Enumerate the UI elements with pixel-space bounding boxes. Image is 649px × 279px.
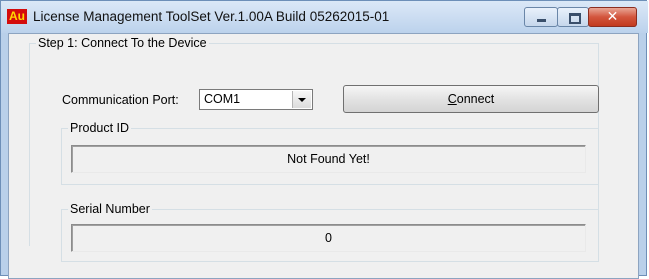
communication-port-value: COM1 bbox=[204, 92, 241, 106]
close-button[interactable]: ✕ bbox=[588, 7, 637, 27]
communication-port-select[interactable]: COM1 bbox=[199, 89, 313, 110]
chevron-down-icon[interactable] bbox=[292, 91, 311, 108]
communication-port-label: Communication Port: bbox=[62, 93, 179, 107]
serial-number-field: 0 bbox=[71, 224, 586, 252]
minimize-button[interactable] bbox=[524, 7, 558, 27]
connect-button-label: onnect bbox=[456, 92, 495, 106]
product-id-legend: Product ID bbox=[70, 121, 130, 135]
connect-accelerator: C bbox=[447, 92, 457, 106]
step1-legend: Step 1: Connect To the Device bbox=[38, 36, 207, 50]
maximize-button[interactable] bbox=[557, 7, 589, 27]
minimize-icon bbox=[537, 19, 546, 22]
maximize-icon bbox=[569, 13, 581, 24]
serial-number-legend: Serial Number bbox=[70, 202, 150, 216]
connect-button[interactable]: Connect bbox=[343, 85, 599, 113]
close-icon: ✕ bbox=[606, 9, 619, 25]
window-title: License Management ToolSet Ver.1.00A Bui… bbox=[33, 9, 390, 24]
app-icon: Au bbox=[7, 9, 27, 24]
title-bar[interactable]: Au License Management ToolSet Ver.1.00A … bbox=[1, 1, 648, 33]
product-id-field: Not Found Yet! bbox=[71, 145, 586, 173]
